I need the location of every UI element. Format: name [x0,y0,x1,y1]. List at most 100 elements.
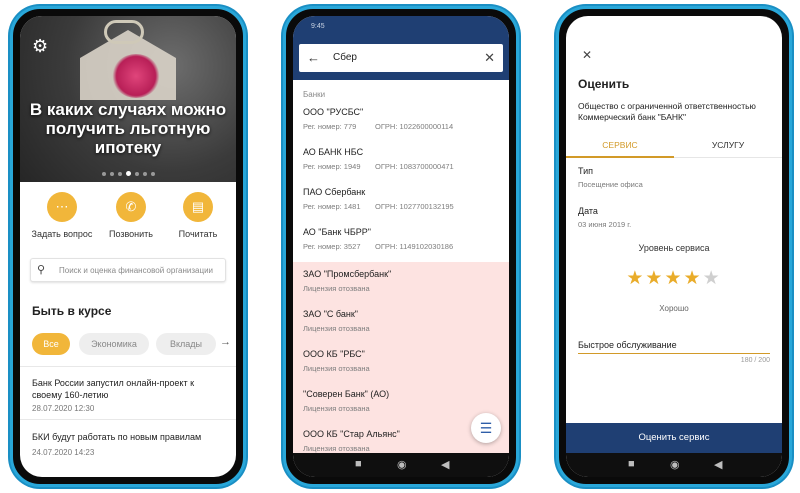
carousel-dot[interactable] [117,171,122,176]
star-icon[interactable]: ★ [645,268,664,289]
hero-title: В каких случаях можно получить льготную … [29,100,227,157]
carousel-dot-active[interactable] [125,171,131,177]
license-status: Лицензия отозвана [303,324,370,333]
divider [20,419,236,420]
category-label: Банки [303,90,326,99]
carousel-dot[interactable] [109,171,114,176]
bank-reg-number: Рег. номер: 3527 [303,242,361,251]
divider [20,366,236,367]
bank-reg-number: Рег. номер: 779 [303,122,357,131]
flower-illustration [112,54,160,98]
bank-name: АО БАНК НБС [303,147,364,157]
ask-question-button[interactable]: ⋯ Задать вопрос [27,192,97,239]
rating-text: Хорошо [659,304,689,313]
organization-name: Общество с ограниченной ответственностью… [578,101,756,122]
bank-name: АО "Банк ЧБРР" [303,227,371,237]
action-circle: ▤ [183,192,213,222]
license-status: Лицензия отозвана [303,364,370,373]
back-icon[interactable]: ◀ [441,458,449,471]
read-button[interactable]: ▤ Почитать [163,192,233,239]
bank-name: ЗАО "С банк" [303,309,358,319]
close-icon[interactable]: ✕ [582,48,592,62]
filter-icon[interactable]: ☰ [471,413,501,443]
chat-icon: ⋯ [55,199,69,214]
tab-service[interactable]: СЕРВИС [566,140,674,150]
list-item[interactable]: ПАО Сбербанк Рег. номер: 1481 ОГРН: 1027… [293,182,509,222]
tab-indicator [566,156,674,158]
submit-rating-button[interactable]: Оценить сервис [566,423,782,453]
carousel-dot[interactable] [142,171,147,176]
date-value[interactable]: 03 июня 2019 г. [578,220,631,229]
home-screen: ⚙ В каких случаях можно получить льготну… [20,16,236,477]
back-icon[interactable]: ◀ [714,458,722,471]
license-status: Лицензия отозвана [303,284,370,293]
carousel-dot[interactable] [101,171,106,176]
bank-name: "Соверен Банк" (АО) [303,389,390,399]
list-item-revoked[interactable]: ЗАО "Промсбербанк" Лицензия отозвана [293,264,509,304]
list-item-revoked[interactable]: ООО КБ "РБС" Лицензия отозвана [293,344,509,384]
list-item-revoked[interactable]: ЗАО "С банк" Лицензия отозвана [293,304,509,344]
star-icon[interactable]: ★ [703,268,722,289]
chip-all[interactable]: Все [32,333,70,355]
bank-reg-number: Рег. номер: 1481 [303,202,361,211]
bank-name: ООО КБ "Стар Альянс" [303,429,400,439]
star-icon[interactable]: ★ [626,268,645,289]
bank-ogrn: ОГРН: 1083700000471 [375,162,454,171]
arrow-right-icon[interactable]: → [220,336,231,348]
carousel-dots [20,165,236,182]
bank-name: ЗАО "Промсбербанк" [303,269,392,279]
action-label: Почитать [178,229,218,239]
home-icon[interactable]: ◉ [397,458,407,471]
call-button[interactable]: ✆ Позвонить [96,192,166,239]
list-item[interactable]: АО "Банк ЧБРР" Рег. номер: 3527 ОГРН: 11… [293,222,509,262]
rating-screen: ✕ Оценить Общество с ограниченной ответс… [566,16,782,477]
service-level-label: Уровень сервиса [638,243,710,253]
hero-banner[interactable]: ⚙ В каких случаях можно получить льготну… [20,16,236,182]
bank-ogrn: ОГРН: 1027700132195 [375,202,454,211]
chip-economy[interactable]: Экономика [79,333,149,355]
action-circle: ✆ [116,192,146,222]
carousel-dot[interactable] [150,171,155,176]
phone-frame-search: 9:45 ← Сбер ✕ Банки ООО "РУСБС" Рег. ном… [283,6,519,487]
section-title: Быть в курсе [32,304,112,318]
news-item-title[interactable]: Банк России запустил онлайн-проект к сво… [32,377,226,401]
search-placeholder: Поиск и оценка финансовой организации [59,266,214,275]
news-item-date: 24.07.2020 14:23 [32,448,95,457]
search-value: Сбер [333,52,357,63]
carousel-dot[interactable] [134,171,139,176]
rating-tabs: СЕРВИС УСЛУГУ [566,134,782,158]
bank-search-input[interactable]: ← Сбер ✕ [299,44,503,72]
action-circle: ⋯ [47,192,77,222]
gear-icon[interactable]: ⚙ [32,36,48,57]
action-label: Задать вопрос [31,229,93,239]
recent-apps-icon[interactable]: ■ [628,458,635,470]
chip-deposits[interactable]: Вклады [156,333,216,355]
search-icon: ⚲ [37,264,46,276]
key-illustration [104,20,144,44]
tab-product[interactable]: УСЛУГУ [674,140,782,150]
android-nav-bar: ■ ◉ ◀ [293,453,509,477]
page-title: Оценить [578,77,630,91]
search-screen: 9:45 ← Сбер ✕ Банки ООО "РУСБС" Рег. ном… [293,16,509,477]
home-icon[interactable]: ◉ [670,458,680,471]
star-icon[interactable]: ★ [684,268,703,289]
star-rating[interactable]: ★★★★★ [566,267,782,290]
arrow-left-icon[interactable]: ← [307,50,320,65]
bank-reg-number: Рег. номер: 1949 [303,162,361,171]
bank-ogrn: ОГРН: 1022600000114 [375,122,454,131]
news-item-title[interactable]: БКИ будут работать по новым правилам [32,431,226,443]
phone-frame-home: ⚙ В каких случаях можно получить льготну… [10,6,246,487]
bank-name: ООО КБ "РБС" [303,349,365,359]
license-status: Лицензия отозвана [303,444,370,453]
recent-apps-icon[interactable]: ■ [355,458,362,470]
android-nav-bar: ■ ◉ ◀ [566,453,782,477]
close-icon[interactable]: ✕ [484,50,495,66]
list-item[interactable]: ООО "РУСБС" Рег. номер: 779 ОГРН: 102260… [293,102,509,142]
comment-input[interactable]: Быстрое обслуживание [578,336,770,354]
organization-search-input[interactable]: ⚲ Поиск и оценка финансовой организации [30,258,226,282]
type-value[interactable]: Посещение офиса [578,180,643,189]
date-label: Дата [578,206,598,216]
phone-icon: ✆ [125,199,137,214]
list-item[interactable]: АО БАНК НБС Рег. номер: 1949 ОГРН: 10837… [293,142,509,182]
star-icon[interactable]: ★ [664,268,683,289]
